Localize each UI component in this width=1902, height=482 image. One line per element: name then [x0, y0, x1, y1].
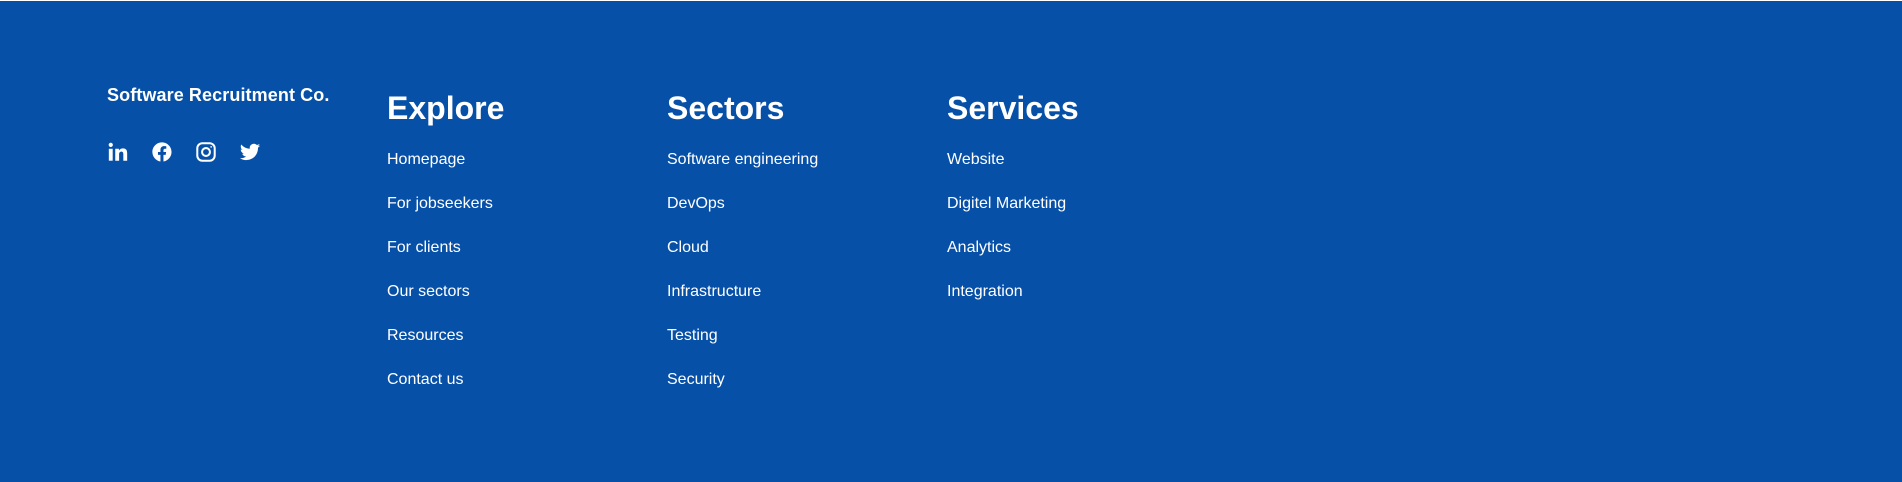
list-item: Integration: [947, 282, 1079, 326]
list-item: For clients: [387, 238, 504, 282]
list-item: Our sectors: [387, 282, 504, 326]
list-item: Analytics: [947, 238, 1079, 282]
instagram-link[interactable]: [195, 141, 217, 163]
list-item: Infrastructure: [667, 282, 818, 326]
twitter-link[interactable]: [239, 141, 261, 163]
linkedin-link[interactable]: [107, 141, 129, 163]
link-contact-us[interactable]: Contact us: [387, 371, 463, 388]
list-item: Website: [947, 150, 1079, 194]
link-for-jobseekers[interactable]: For jobseekers: [387, 195, 493, 212]
list-item: Software engineering: [667, 150, 818, 194]
facebook-link[interactable]: [151, 141, 173, 163]
link-devops[interactable]: DevOps: [667, 195, 725, 212]
explore-links: Homepage For jobseekers For clients Our …: [387, 150, 504, 414]
link-software-engineering[interactable]: Software engineering: [667, 151, 818, 168]
link-cloud[interactable]: Cloud: [667, 239, 709, 256]
link-for-clients[interactable]: For clients: [387, 239, 461, 256]
twitter-icon: [239, 143, 261, 161]
link-resources[interactable]: Resources: [387, 327, 463, 344]
link-homepage[interactable]: Homepage: [387, 151, 465, 168]
instagram-icon: [196, 142, 216, 162]
link-integration[interactable]: Integration: [947, 283, 1023, 300]
list-item: Security: [667, 370, 818, 414]
link-our-sectors[interactable]: Our sectors: [387, 283, 470, 300]
list-item: For jobseekers: [387, 194, 504, 238]
sectors-links: Software engineering DevOps Cloud Infras…: [667, 150, 818, 414]
services-heading: Services: [947, 90, 1079, 126]
facebook-icon: [152, 142, 172, 162]
list-item: Resources: [387, 326, 504, 370]
explore-column: Explore Homepage For jobseekers For clie…: [387, 88, 504, 414]
link-website[interactable]: Website: [947, 151, 1005, 168]
list-item: Digitel Marketing: [947, 194, 1079, 238]
link-digitel-marketing[interactable]: Digitel Marketing: [947, 195, 1066, 212]
services-links: Website Digitel Marketing Analytics Inte…: [947, 150, 1079, 326]
sectors-column: Sectors Software engineering DevOps Clou…: [667, 88, 818, 414]
link-infrastructure[interactable]: Infrastructure: [667, 283, 761, 300]
list-item: Testing: [667, 326, 818, 370]
link-analytics[interactable]: Analytics: [947, 239, 1011, 256]
list-item: Cloud: [667, 238, 818, 282]
list-item: DevOps: [667, 194, 818, 238]
explore-heading: Explore: [387, 90, 505, 126]
link-security[interactable]: Security: [667, 371, 725, 388]
site-footer: Software Recruitment Co. Explore Homepag…: [0, 1, 1902, 482]
brand-name: Software Recruitment Co.: [107, 85, 330, 105]
list-item: Contact us: [387, 370, 504, 414]
services-column: Services Website Digitel Marketing Analy…: [947, 88, 1079, 326]
link-testing[interactable]: Testing: [667, 327, 718, 344]
list-item: Homepage: [387, 150, 504, 194]
sectors-heading: Sectors: [667, 90, 785, 126]
social-links: [107, 141, 261, 163]
linkedin-icon: [108, 142, 128, 161]
